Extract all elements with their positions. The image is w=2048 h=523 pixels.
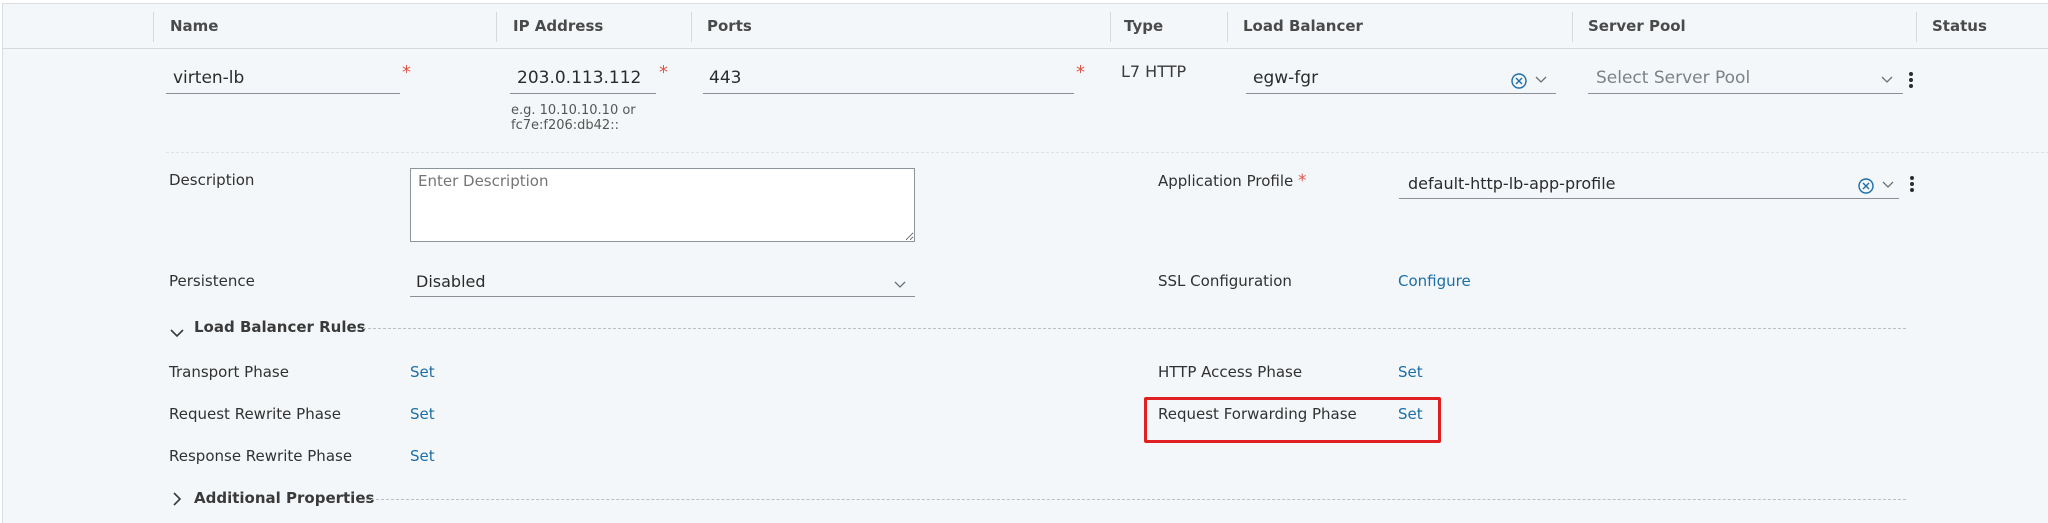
request-rewrite-phase-label: Request Rewrite Phase [169, 405, 341, 423]
response-rewrite-phase-set-link[interactable]: Set [410, 447, 435, 465]
highlight-annotation [1144, 397, 1441, 443]
ssl-configure-link[interactable]: Configure [1398, 272, 1471, 290]
clear-icon[interactable] [1511, 73, 1527, 89]
application-profile-label-text: Application Profile [1158, 172, 1294, 190]
column-header-type[interactable]: Type [1124, 4, 1163, 48]
clear-icon[interactable] [1858, 178, 1874, 194]
chevron-down-icon[interactable] [894, 281, 906, 289]
name-input[interactable]: virten-lb [173, 68, 244, 88]
chevron-down-icon[interactable] [170, 323, 184, 342]
server-pool-select[interactable]: Select Server Pool [1596, 68, 1750, 88]
column-separator [1227, 12, 1228, 42]
additional-properties-toggle[interactable]: Additional Properties [194, 489, 374, 507]
ports-input-underline [703, 93, 1074, 94]
column-header-ports[interactable]: Ports [707, 4, 752, 48]
persistence-underline [410, 296, 915, 297]
profile-actions-kebab-icon[interactable] [1909, 174, 1915, 196]
column-separator [1916, 12, 1917, 42]
chevron-down-icon[interactable] [1882, 181, 1894, 189]
chevron-down-icon[interactable] [1535, 76, 1547, 84]
ip-hint-line2: fc7e:f206:db42:: [511, 118, 619, 133]
load-balancer-rules-toggle[interactable]: Load Balancer Rules [194, 318, 366, 336]
column-header-name[interactable]: Name [170, 4, 218, 48]
ip-hint-line1: e.g. 10.10.10.10 or [511, 103, 636, 118]
application-profile-select[interactable]: default-http-lb-app-profile [1408, 174, 1616, 193]
column-separator [1572, 12, 1573, 42]
description-textarea[interactable] [410, 168, 915, 242]
description-label: Description [169, 171, 255, 189]
load-balancer-select[interactable]: egw-fgr [1253, 68, 1318, 88]
ssl-configuration-label: SSL Configuration [1158, 272, 1292, 290]
column-header-status[interactable]: Status [1932, 4, 1987, 48]
type-value: L7 HTTP [1121, 62, 1187, 81]
transport-phase-set-link[interactable]: Set [410, 363, 435, 381]
column-separator [153, 12, 154, 42]
column-header-ip[interactable]: IP Address [513, 4, 603, 48]
persistence-select[interactable]: Disabled [416, 272, 486, 291]
required-marker: * [1076, 62, 1085, 83]
column-header-server-pool[interactable]: Server Pool [1588, 4, 1686, 48]
section-divider [358, 328, 1906, 329]
chevron-down-icon[interactable] [1881, 76, 1893, 84]
column-separator [691, 12, 692, 42]
row-divider [166, 152, 2048, 153]
column-separator [1110, 12, 1111, 42]
persistence-label: Persistence [169, 272, 255, 290]
ip-address-input[interactable]: 203.0.113.112 [517, 68, 641, 88]
column-header-load-balancer[interactable]: Load Balancer [1243, 4, 1363, 48]
http-access-phase-set-link[interactable]: Set [1398, 363, 1423, 381]
section-divider [366, 499, 1906, 500]
virtual-server-edit-panel: Name IP Address Ports Type Load Balancer… [2, 3, 2048, 523]
required-marker: * [402, 62, 411, 83]
table-header: Name IP Address Ports Type Load Balancer… [3, 4, 2048, 49]
chevron-right-icon[interactable] [172, 491, 182, 510]
required-marker: * [1298, 171, 1307, 191]
ports-input[interactable]: 443 [709, 68, 741, 88]
row-actions-kebab-icon[interactable] [1908, 70, 1914, 92]
name-input-underline [166, 93, 400, 94]
request-rewrite-phase-set-link[interactable]: Set [410, 405, 435, 423]
required-marker: * [659, 62, 668, 83]
application-profile-underline [1399, 198, 1899, 199]
http-access-phase-label: HTTP Access Phase [1158, 363, 1303, 381]
response-rewrite-phase-label: Response Rewrite Phase [169, 447, 353, 465]
column-separator [496, 12, 497, 42]
ip-input-underline [510, 93, 656, 94]
transport-phase-label: Transport Phase [169, 363, 289, 381]
application-profile-label: Application Profile * [1158, 171, 1307, 191]
server-pool-underline [1588, 93, 1903, 94]
load-balancer-underline [1246, 93, 1556, 94]
